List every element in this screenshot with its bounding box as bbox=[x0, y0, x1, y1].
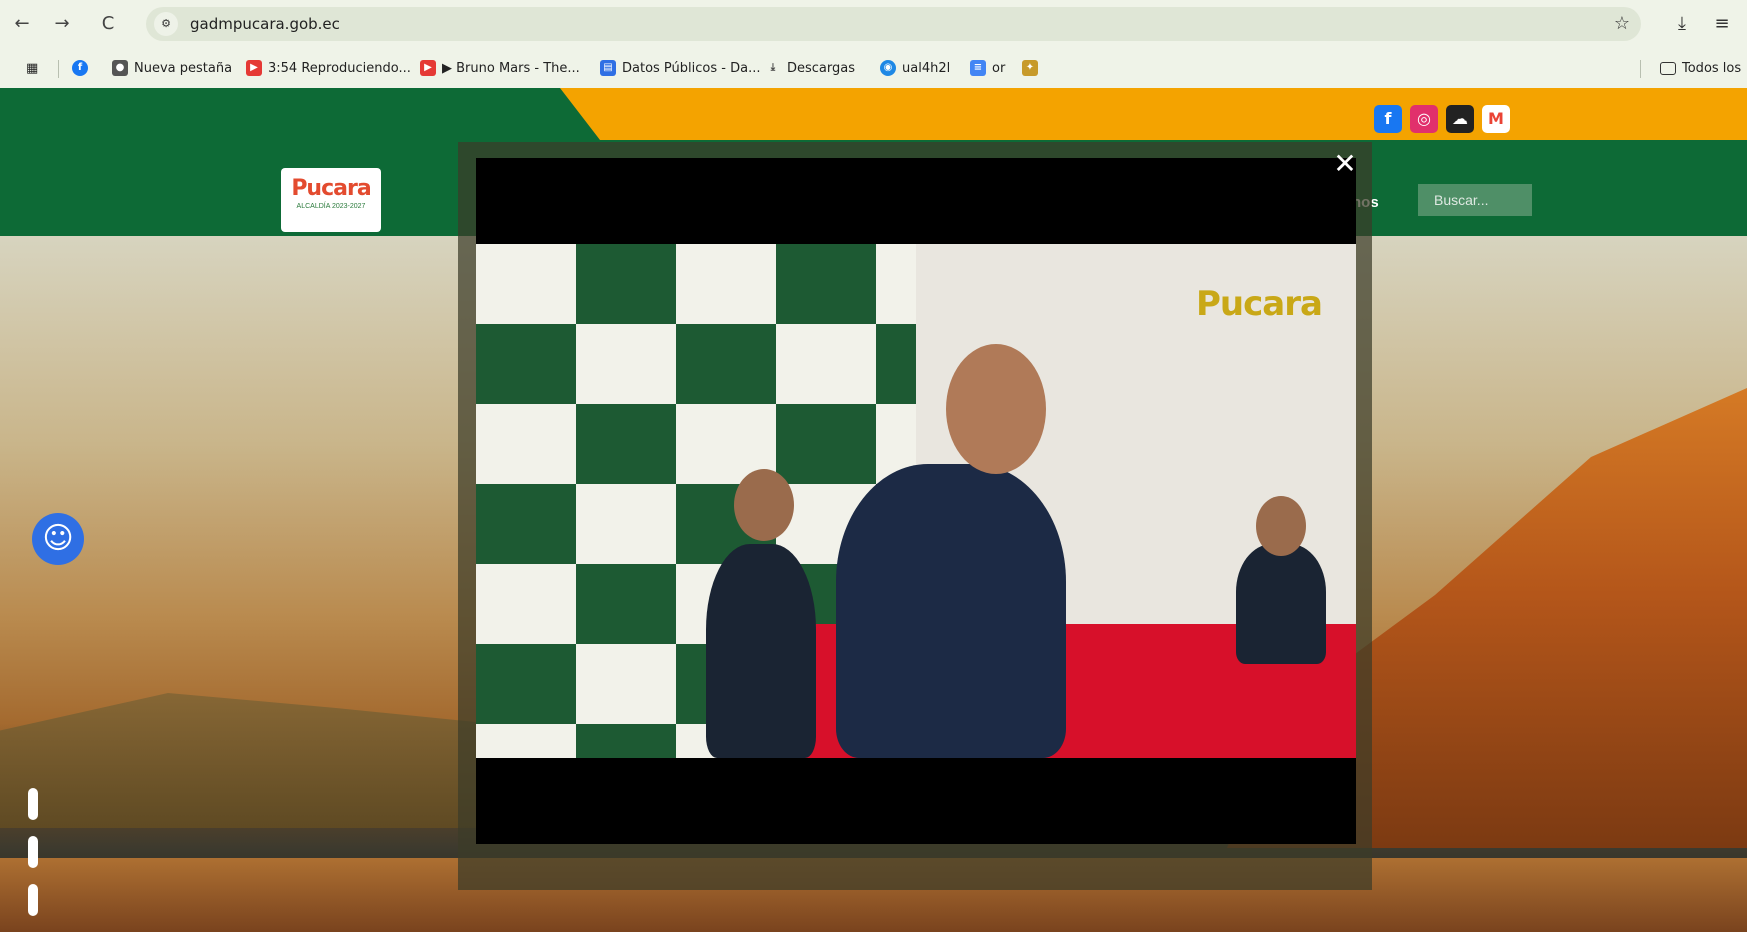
docs-icon: ≡ bbox=[970, 60, 986, 76]
download-icon: ⤓ bbox=[770, 62, 776, 73]
forward-icon[interactable]: → bbox=[50, 12, 74, 36]
logo-text: Pucara bbox=[291, 176, 371, 201]
bookmark-label: or bbox=[992, 60, 1006, 76]
bookmark-0[interactable]: ● Nueva pestaña bbox=[112, 58, 232, 78]
all-bookmarks[interactable]: Todos los bbox=[1660, 58, 1741, 78]
folder-icon bbox=[1660, 61, 1676, 75]
person bbox=[706, 544, 816, 758]
search-input[interactable] bbox=[1418, 184, 1532, 216]
bookmark-label: ▶ Bruno Mars - The... bbox=[442, 60, 580, 76]
video-frame: Pucara bbox=[476, 244, 1356, 758]
owl-icon: ✦ bbox=[1022, 60, 1038, 76]
youtube-icon: ▶ bbox=[246, 60, 262, 76]
browser-toolbar: ← → C ⚙ gadmpucara.gob.ec ☆ ⤓ ≡ bbox=[0, 0, 1747, 48]
facebook-bookmark[interactable]: f bbox=[72, 58, 94, 78]
video-player[interactable]: Pucara bbox=[476, 158, 1356, 844]
bookmark-3[interactable]: ▤ Datos Públicos - Da... bbox=[600, 58, 760, 78]
slide-indicator[interactable] bbox=[28, 788, 38, 820]
bookmark-label: Datos Públicos - Da... bbox=[622, 60, 761, 76]
bookmark-2[interactable]: ▶ ▶ Bruno Mars - The... bbox=[420, 58, 580, 78]
logo-subtext: ALCALDÍA 2023-2027 bbox=[296, 203, 366, 210]
address-bar[interactable]: ⚙ gadmpucara.gob.ec bbox=[146, 7, 1641, 41]
soundcloud-icon[interactable]: ☁ bbox=[1446, 105, 1474, 133]
bookmark-label: 3:54 Reproduciendo... bbox=[268, 60, 411, 76]
data-icon: ▤ bbox=[600, 60, 616, 76]
separator bbox=[1640, 60, 1641, 78]
url-text[interactable]: gadmpucara.gob.ec bbox=[190, 15, 340, 33]
bookmark-4[interactable]: ⤓ Descargas bbox=[765, 58, 855, 78]
top-bar-accent bbox=[0, 88, 600, 140]
back-icon[interactable]: ← bbox=[10, 12, 34, 36]
wall-logo: Pucara bbox=[1196, 284, 1323, 324]
owl-bookmark[interactable]: ✦ bbox=[1022, 58, 1044, 78]
slide-indicator[interactable] bbox=[28, 836, 38, 868]
accessibility-icon[interactable]: ☺ bbox=[32, 513, 84, 565]
site-info-icon[interactable]: ⚙ bbox=[154, 12, 178, 36]
bookmark-label: Nueva pestaña bbox=[134, 60, 233, 76]
all-bookmarks-label: Todos los bbox=[1682, 60, 1742, 76]
facebook-icon[interactable]: f bbox=[1374, 105, 1402, 133]
bookmark-1[interactable]: ▶ 3:54 Reproduciendo... bbox=[246, 58, 411, 78]
person-head bbox=[734, 469, 794, 541]
bookmark-star-icon[interactable]: ☆ bbox=[1610, 12, 1634, 36]
facebook-icon: f bbox=[72, 60, 88, 76]
menu-icon[interactable]: ≡ bbox=[1710, 12, 1734, 36]
bookmark-5[interactable]: ◉ ual4h2l bbox=[880, 58, 950, 78]
chrome-icon: ● bbox=[112, 60, 128, 76]
person bbox=[1236, 544, 1326, 664]
bookmark-6[interactable]: ≡ or bbox=[970, 58, 1005, 78]
slide-indicator[interactable] bbox=[28, 884, 38, 916]
bookmark-label: Descargas bbox=[787, 60, 856, 76]
speaker-head bbox=[946, 344, 1046, 474]
youtube-icon: ▶ bbox=[420, 60, 436, 76]
reload-icon[interactable]: C bbox=[96, 12, 120, 36]
speaker bbox=[836, 464, 1066, 758]
separator bbox=[58, 60, 59, 78]
instagram-icon[interactable]: ◎ bbox=[1410, 105, 1438, 133]
person-head bbox=[1256, 496, 1306, 556]
apps-grid-icon[interactable]: ▦ bbox=[26, 58, 38, 78]
site-logo[interactable]: Pucara ALCALDÍA 2023-2027 bbox=[281, 168, 381, 232]
gmail-icon[interactable]: M bbox=[1482, 105, 1510, 133]
downloads-icon[interactable]: ⤓ bbox=[1670, 12, 1694, 36]
bookmarks-bar: ▦ f ● Nueva pestaña ▶ 3:54 Reproduciendo..… bbox=[0, 48, 1747, 89]
bookmark-label: ual4h2l bbox=[902, 60, 951, 76]
close-icon[interactable]: ✕ bbox=[1331, 150, 1359, 178]
mask-icon: ◉ bbox=[880, 60, 896, 76]
